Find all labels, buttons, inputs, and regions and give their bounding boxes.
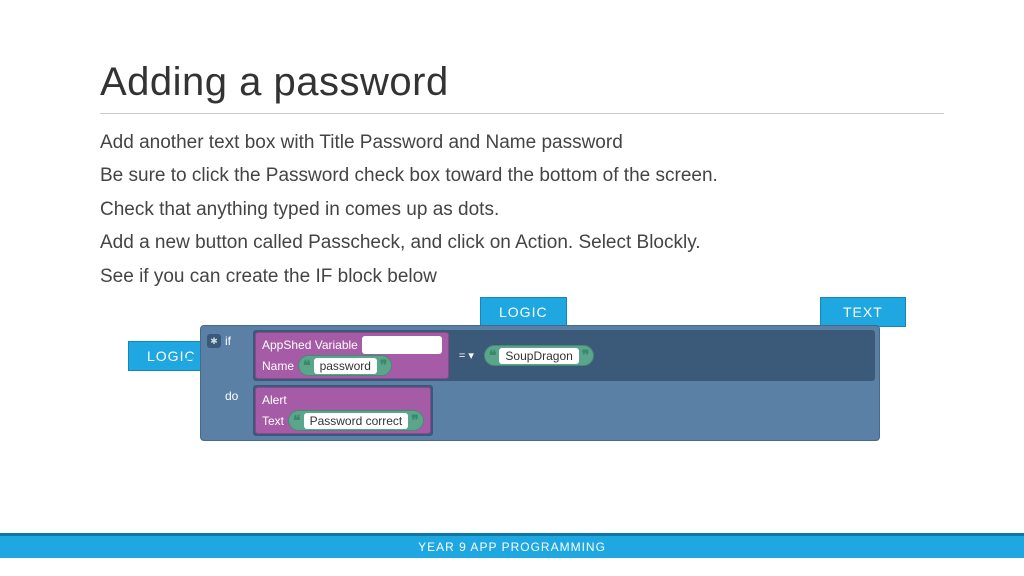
quote-close-icon: ❞ [411, 412, 419, 429]
quote-open-icon: ❝ [303, 357, 311, 374]
instructions: Add another text box with Title Password… [100, 128, 944, 291]
footer-bar: YEAR 9 APP PROGRAMMING [0, 533, 1024, 558]
equals-operator: = ▾ [453, 347, 480, 364]
text-value: Password correct [304, 413, 409, 429]
quote-close-icon: ❞ [582, 347, 590, 364]
instruction-line: Add another text box with Title Password… [100, 128, 944, 157]
instruction-line: Add a new button called Passcheck, and c… [100, 228, 944, 257]
instruction-line: Check that anything typed in comes up as… [100, 195, 944, 224]
instruction-line: See if you can create the IF block below [100, 262, 944, 291]
if-block: ✱ if AppShed Variable Name ❝ password ❞ [200, 325, 880, 441]
block-label: Name [262, 359, 294, 373]
gear-icon: ✱ [207, 334, 221, 348]
blockly-diagram: LOGIC TEXT LOGIC ✱ if AppShed Variable N… [100, 297, 944, 497]
alert-block: Alert Text ❝ Password correct ❞ [255, 387, 431, 434]
block-label: Alert [262, 393, 287, 407]
quote-close-icon: ❞ [380, 357, 388, 374]
instruction-line: Be sure to click the Password check box … [100, 161, 944, 190]
page-title: Adding a password [100, 60, 944, 114]
text-literal-block: ❝ Password correct ❞ [288, 410, 424, 431]
block-label: AppShed Variable [262, 338, 358, 352]
text-literal-block: ❝ password ❞ [298, 355, 392, 376]
if-keyword: if [225, 330, 253, 348]
text-value: SoupDragon [499, 348, 578, 364]
text-literal-block: ❝ SoupDragon ❞ [484, 345, 594, 366]
variable-value-slot [362, 336, 442, 354]
do-keyword: do [225, 385, 253, 403]
block-label: Text [262, 414, 284, 428]
text-value: password [314, 358, 377, 374]
appshed-variable-block: AppShed Variable Name ❝ password ❞ [255, 332, 449, 379]
quote-open-icon: ❝ [293, 412, 301, 429]
quote-open-icon: ❝ [489, 347, 497, 364]
